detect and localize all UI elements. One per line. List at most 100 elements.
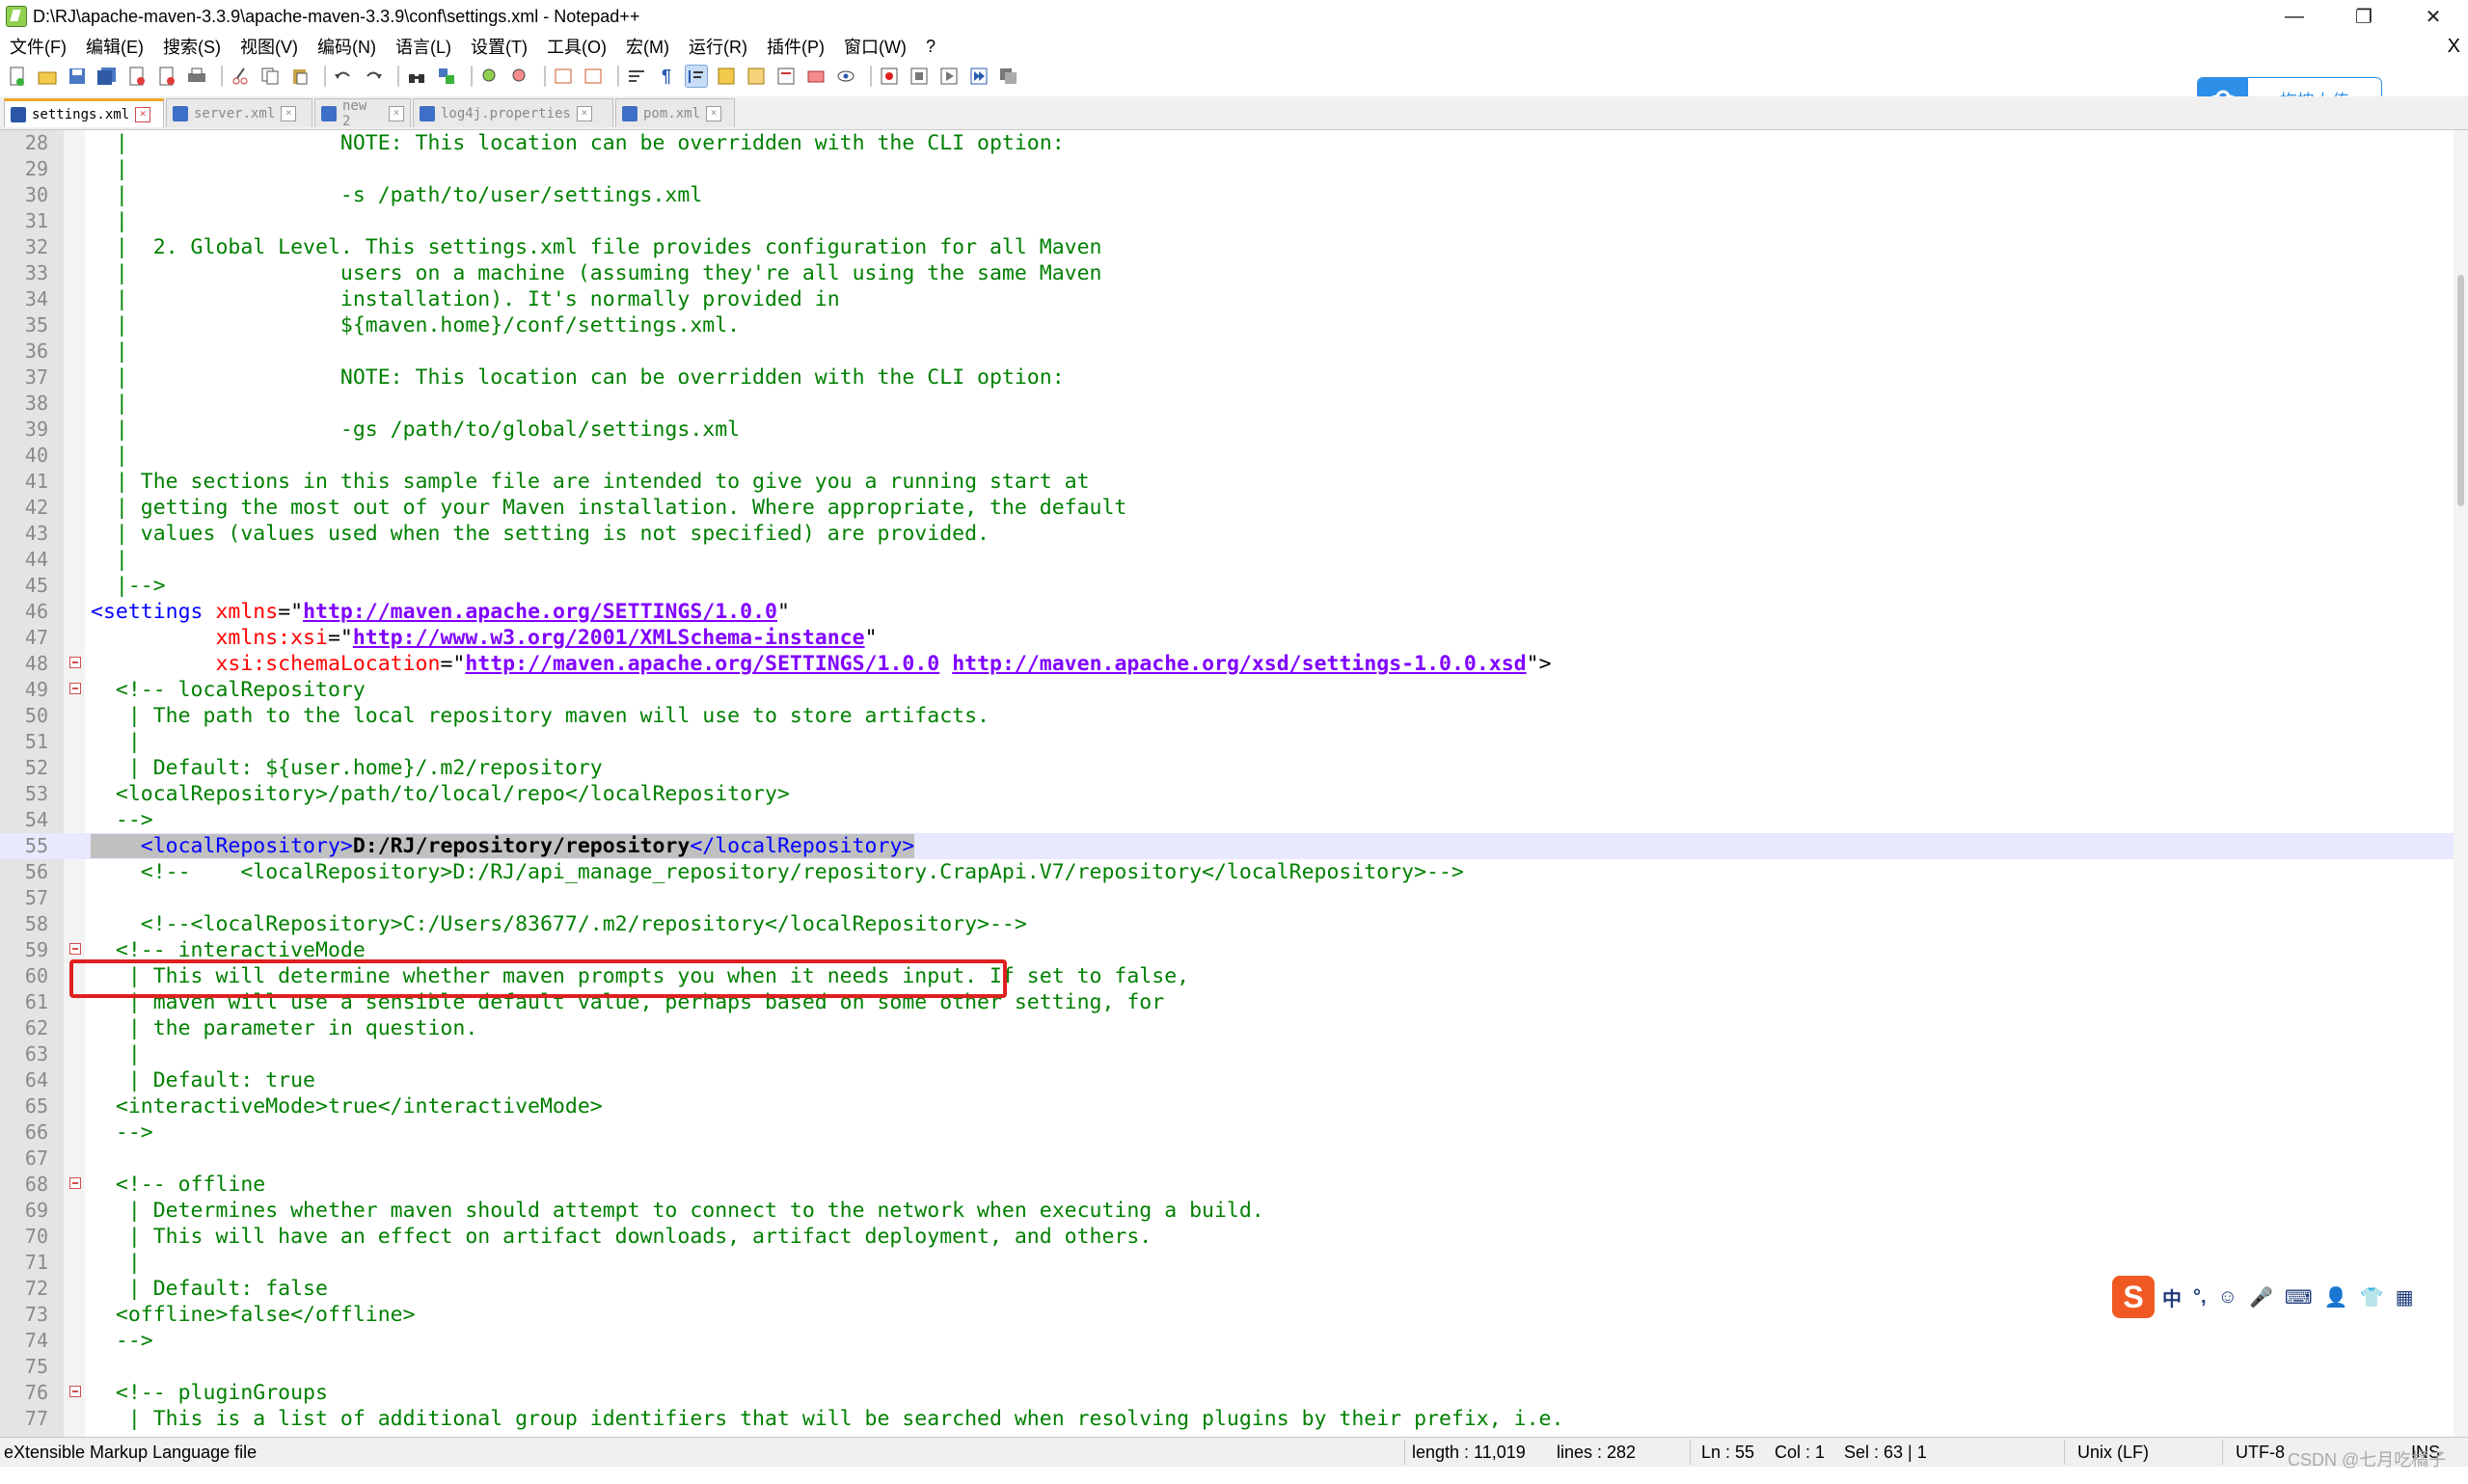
monitoring-icon[interactable] <box>834 65 857 88</box>
fold-toggle-icon[interactable] <box>69 943 81 955</box>
menu-run[interactable]: 运行(R) <box>679 34 757 59</box>
menu-window[interactable]: 窗口(W) <box>834 34 916 59</box>
url-link[interactable]: http://maven.apache.org/SETTINGS/1.0.0 <box>303 600 777 624</box>
ime-punctuation-icon[interactable]: °, <box>2193 1286 2207 1309</box>
fold-toggle-icon[interactable] <box>69 1386 81 1397</box>
tab-pom-xml[interactable]: pom.xml × <box>615 98 735 127</box>
code-line[interactable]: 52 | Default: ${user.home}/.m2/repositor… <box>0 755 2454 781</box>
doc-map-icon[interactable] <box>745 65 768 88</box>
sogou-logo-icon[interactable]: S <box>2112 1276 2155 1318</box>
code-line[interactable]: 72 | Default: false <box>0 1276 2454 1302</box>
scrollbar-thumb[interactable] <box>2457 275 2464 506</box>
code-line[interactable]: 64 | Default: true <box>0 1067 2454 1093</box>
url-link[interactable]: http://maven.apache.org/xsd/settings-1.0… <box>952 652 1526 676</box>
menu-view[interactable]: 视图(V) <box>231 34 308 59</box>
code-line[interactable]: 47 xmlns:xsi="http://www.w3.org/2001/XML… <box>0 625 2454 651</box>
tab-close-icon[interactable]: × <box>135 106 151 122</box>
menu-encoding[interactable]: 编码(N) <box>308 34 386 59</box>
menu-search[interactable]: 搜索(S) <box>153 34 231 59</box>
code-line[interactable]: 48 xsi:schemaLocation="http://maven.apac… <box>0 651 2454 677</box>
word-wrap-icon[interactable] <box>625 65 648 88</box>
vertical-scrollbar[interactable] <box>2454 130 2468 1437</box>
code-line[interactable]: 76 <!-- pluginGroups <box>0 1380 2454 1406</box>
code-line[interactable]: 42 | getting the most out of your Maven … <box>0 495 2454 521</box>
play-macro-icon[interactable] <box>937 65 961 88</box>
tab-log4j-properties[interactable]: log4j.properties × <box>413 98 613 127</box>
sync-vertical-icon[interactable] <box>552 65 575 88</box>
record-macro-icon[interactable] <box>878 65 901 88</box>
ime-keyboard-icon[interactable]: ⌨ <box>2285 1285 2313 1309</box>
maximize-button[interactable]: ❐ <box>2329 0 2399 33</box>
code-line[interactable]: 56 <!-- <localRepository>D:/RJ/api_manag… <box>0 859 2454 885</box>
fold-toggle-icon[interactable] <box>69 1177 81 1189</box>
status-eol[interactable]: Unix (LF) <box>2077 1438 2149 1467</box>
new-file-icon[interactable] <box>6 65 29 88</box>
code-line[interactable]: 73 <offline>false</offline> <box>0 1302 2454 1328</box>
code-line[interactable]: 68 <!-- offline <box>0 1172 2454 1198</box>
menu-macro[interactable]: 宏(M) <box>616 34 679 59</box>
replace-icon[interactable] <box>435 65 458 88</box>
run-macro-multiple-icon[interactable] <box>967 65 990 88</box>
menu-tools[interactable]: 工具(O) <box>537 34 616 59</box>
undo-icon[interactable] <box>332 65 355 88</box>
code-line[interactable]: 35 | ${maven.home}/conf/settings.xml. <box>0 312 2454 338</box>
code-line[interactable]: 34 | installation). It's normally provid… <box>0 286 2454 312</box>
code-line[interactable]: 71 | <box>0 1250 2454 1276</box>
user-define-language-icon[interactable] <box>715 65 738 88</box>
code-line[interactable]: 69 | Determines whether maven should att… <box>0 1198 2454 1224</box>
code-line[interactable]: 36 | <box>0 338 2454 364</box>
paste-icon[interactable] <box>288 65 312 88</box>
code-line[interactable]: 63 | <box>0 1041 2454 1067</box>
code-line[interactable]: 32 | 2. Global Level. This settings.xml … <box>0 234 2454 260</box>
menu-settings[interactable]: 设置(T) <box>461 34 537 59</box>
code-line[interactable]: 31 | <box>0 208 2454 234</box>
code-line[interactable]: 57 <box>0 885 2454 911</box>
code-line[interactable]: 45 |--> <box>0 573 2454 599</box>
code-line[interactable]: 70 | This will have an effect on artifac… <box>0 1224 2454 1250</box>
close-all-icon[interactable] <box>155 65 178 88</box>
ime-emoji-icon[interactable]: ☺ <box>2218 1286 2237 1309</box>
menu-help[interactable]: ? <box>916 37 945 57</box>
fold-toggle-icon[interactable] <box>69 683 81 694</box>
url-link[interactable]: http://maven.apache.org/SETTINGS/1.0.0 <box>465 652 939 676</box>
find-icon[interactable] <box>405 65 428 88</box>
code-line[interactable]: 58 <!--<localRepository>C:/Users/83677/.… <box>0 911 2454 937</box>
url-link[interactable]: http://www.w3.org/2001/XMLSchema-instanc… <box>353 626 865 650</box>
menu-file[interactable]: 文件(F) <box>0 34 76 59</box>
ime-skin-icon[interactable]: 👕 <box>2360 1285 2384 1309</box>
menu-edit[interactable]: 编辑(E) <box>76 34 153 59</box>
code-line[interactable]: 44 | <box>0 547 2454 573</box>
code-line[interactable]: 41 | The sections in this sample file ar… <box>0 469 2454 495</box>
zoom-in-icon[interactable] <box>478 65 502 88</box>
menu-language[interactable]: 语言(L) <box>386 34 461 59</box>
tab-close-icon[interactable]: × <box>706 105 722 121</box>
code-line[interactable]: 29 | <box>0 156 2454 182</box>
tab-close-icon[interactable]: × <box>576 105 592 121</box>
tab-close-icon[interactable]: × <box>281 105 297 121</box>
fold-toggle-icon[interactable] <box>69 657 81 668</box>
code-line[interactable]: 65 <interactiveMode>true</interactiveMod… <box>0 1093 2454 1120</box>
code-line[interactable]: 28 | NOTE: This location can be overridd… <box>0 130 2454 156</box>
tab-settings-xml[interactable]: settings.xml × <box>4 98 164 127</box>
code-line[interactable]: 40 | <box>0 443 2454 469</box>
code-line[interactable]: 50 | The path to the local repository ma… <box>0 703 2454 729</box>
ime-toolbox-icon[interactable]: ▦ <box>2396 1285 2414 1309</box>
code-line[interactable]: 77 | This is a list of additional group … <box>0 1406 2454 1432</box>
save-icon[interactable] <box>66 65 89 88</box>
close-document-button[interactable]: X <box>2448 33 2460 60</box>
code-line[interactable]: 39 | -gs /path/to/global/settings.xml <box>0 417 2454 443</box>
tab-new-2[interactable]: new 2 × <box>314 98 411 129</box>
code-line[interactable]: 62 | the parameter in question. <box>0 1015 2454 1041</box>
code-line[interactable]: 51 | <box>0 729 2454 755</box>
tab-server-xml[interactable]: server.xml × <box>166 98 312 127</box>
code-line[interactable]: 49 <!-- localRepository <box>0 677 2454 703</box>
minimize-button[interactable]: — <box>2260 0 2329 33</box>
folder-as-workspace-icon[interactable] <box>804 65 827 88</box>
stop-macro-icon[interactable] <box>908 65 931 88</box>
code-line[interactable]: 30 | -s /path/to/user/settings.xml <box>0 182 2454 208</box>
code-line[interactable]: 74 --> <box>0 1328 2454 1354</box>
code-line[interactable]: 37 | NOTE: This location can be overridd… <box>0 364 2454 391</box>
close-button[interactable]: ✕ <box>2399 0 2468 33</box>
code-line[interactable]: 33 | users on a machine (assuming they'r… <box>0 260 2454 286</box>
print-icon[interactable] <box>185 65 208 88</box>
